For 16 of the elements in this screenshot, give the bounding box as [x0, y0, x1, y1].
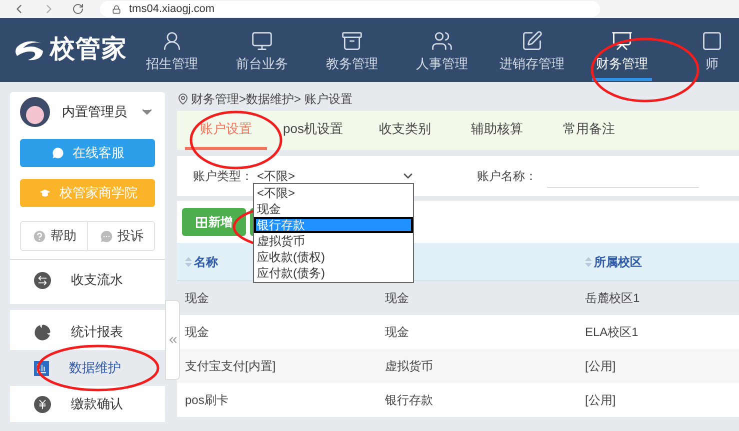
table-cell-text: 现金	[185, 290, 210, 307]
breadcrumb: 财务管理>数据维护> 账户设置	[191, 91, 352, 108]
logo-text: 校管家	[50, 34, 127, 66]
table-cell-text: 现金	[185, 324, 210, 341]
table-cell-text: 现金	[385, 324, 410, 341]
table-cell-text: pos刷卡	[185, 392, 230, 409]
table-cell-text: ELA校区1	[585, 324, 640, 341]
filter-label: 账户类型：	[193, 168, 253, 185]
table-cell-text: 支付宝支付[内置]	[185, 358, 277, 375]
filter-label: 账户名称：	[477, 168, 537, 185]
table-cell-text: 虚拟货币	[385, 358, 434, 375]
table-cell-text: 现金	[385, 290, 410, 307]
table-cell-text: 岳麓校区1	[585, 290, 641, 307]
table-cell-text: 银行存款	[385, 392, 434, 409]
table-cell-text: [公用]	[585, 358, 617, 375]
table-cell-text: [公用]	[585, 392, 617, 409]
